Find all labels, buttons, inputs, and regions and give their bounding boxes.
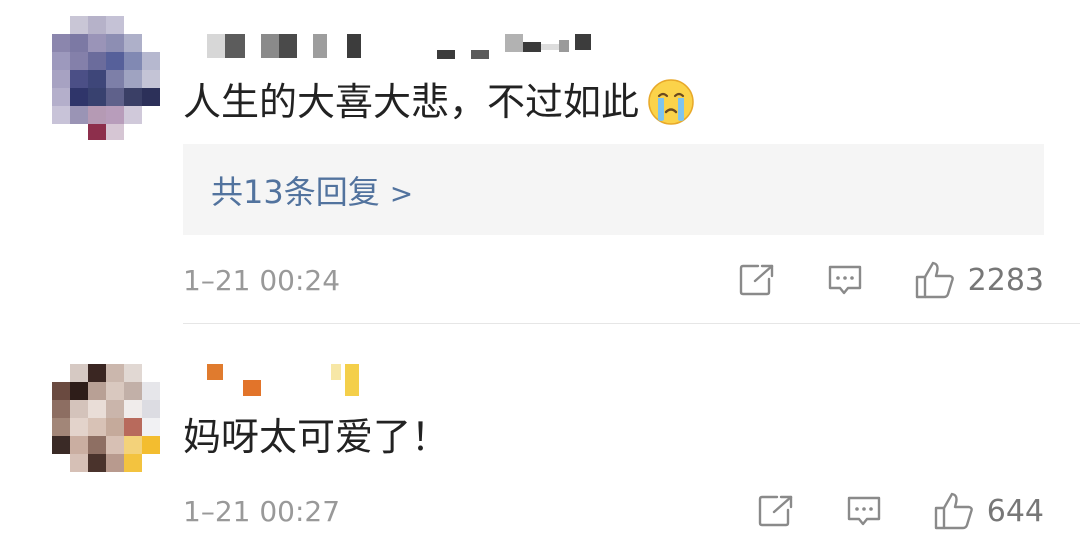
reply-button[interactable] xyxy=(845,494,883,528)
share-button[interactable] xyxy=(738,263,776,297)
comment-text-row: 人生的大喜大悲，不过如此 xyxy=(183,78,695,126)
comment-actions: 2283 xyxy=(688,260,1044,300)
avatar[interactable] xyxy=(52,364,160,472)
like-button[interactable]: 2283 xyxy=(914,260,1044,300)
like-count: 644 xyxy=(986,493,1044,529)
comment-text: 妈呀太可爱了！ xyxy=(183,415,450,459)
username-blurred[interactable] xyxy=(207,364,377,396)
view-replies-label: 共13条回复 xyxy=(211,172,380,211)
comment-actions: 644 xyxy=(707,491,1044,531)
comment-text: 人生的大喜大悲，不过如此 xyxy=(183,80,640,124)
thumbs-up-icon xyxy=(934,492,973,530)
like-count: 2283 xyxy=(967,262,1044,298)
comment-icon xyxy=(847,496,880,526)
share-button[interactable] xyxy=(757,494,795,528)
share-icon xyxy=(758,495,792,527)
reply-thread-box[interactable]: 共13条回复 > xyxy=(183,144,1044,235)
share-icon xyxy=(739,264,773,296)
chevron-right-icon: > xyxy=(389,176,414,210)
comment-meta-row: 1–21 00:27 644 xyxy=(183,486,1044,536)
view-replies-link[interactable]: 共13条回复 > xyxy=(211,167,413,213)
thumbs-up-icon xyxy=(915,261,954,299)
timestamp: 1–21 00:24 xyxy=(183,263,341,297)
crying-face-icon xyxy=(647,78,695,126)
comment-text-row: 妈呀太可爱了！ xyxy=(183,415,449,459)
comment-item: 人生的大喜大悲，不过如此 共13条回复 > 1–21 00:24 2283 xyxy=(0,0,1080,324)
like-button[interactable]: 644 xyxy=(933,491,1044,531)
timestamp: 1–21 00:27 xyxy=(183,494,341,528)
username-blurred[interactable] xyxy=(207,34,597,66)
comment-item: 妈呀太可爱了！ 1–21 00:27 644 xyxy=(0,324,1080,530)
comment-meta-row: 1–21 00:24 2283 xyxy=(183,255,1044,305)
avatar[interactable] xyxy=(52,16,160,140)
reply-button[interactable] xyxy=(826,263,864,297)
comment-icon xyxy=(828,265,861,295)
